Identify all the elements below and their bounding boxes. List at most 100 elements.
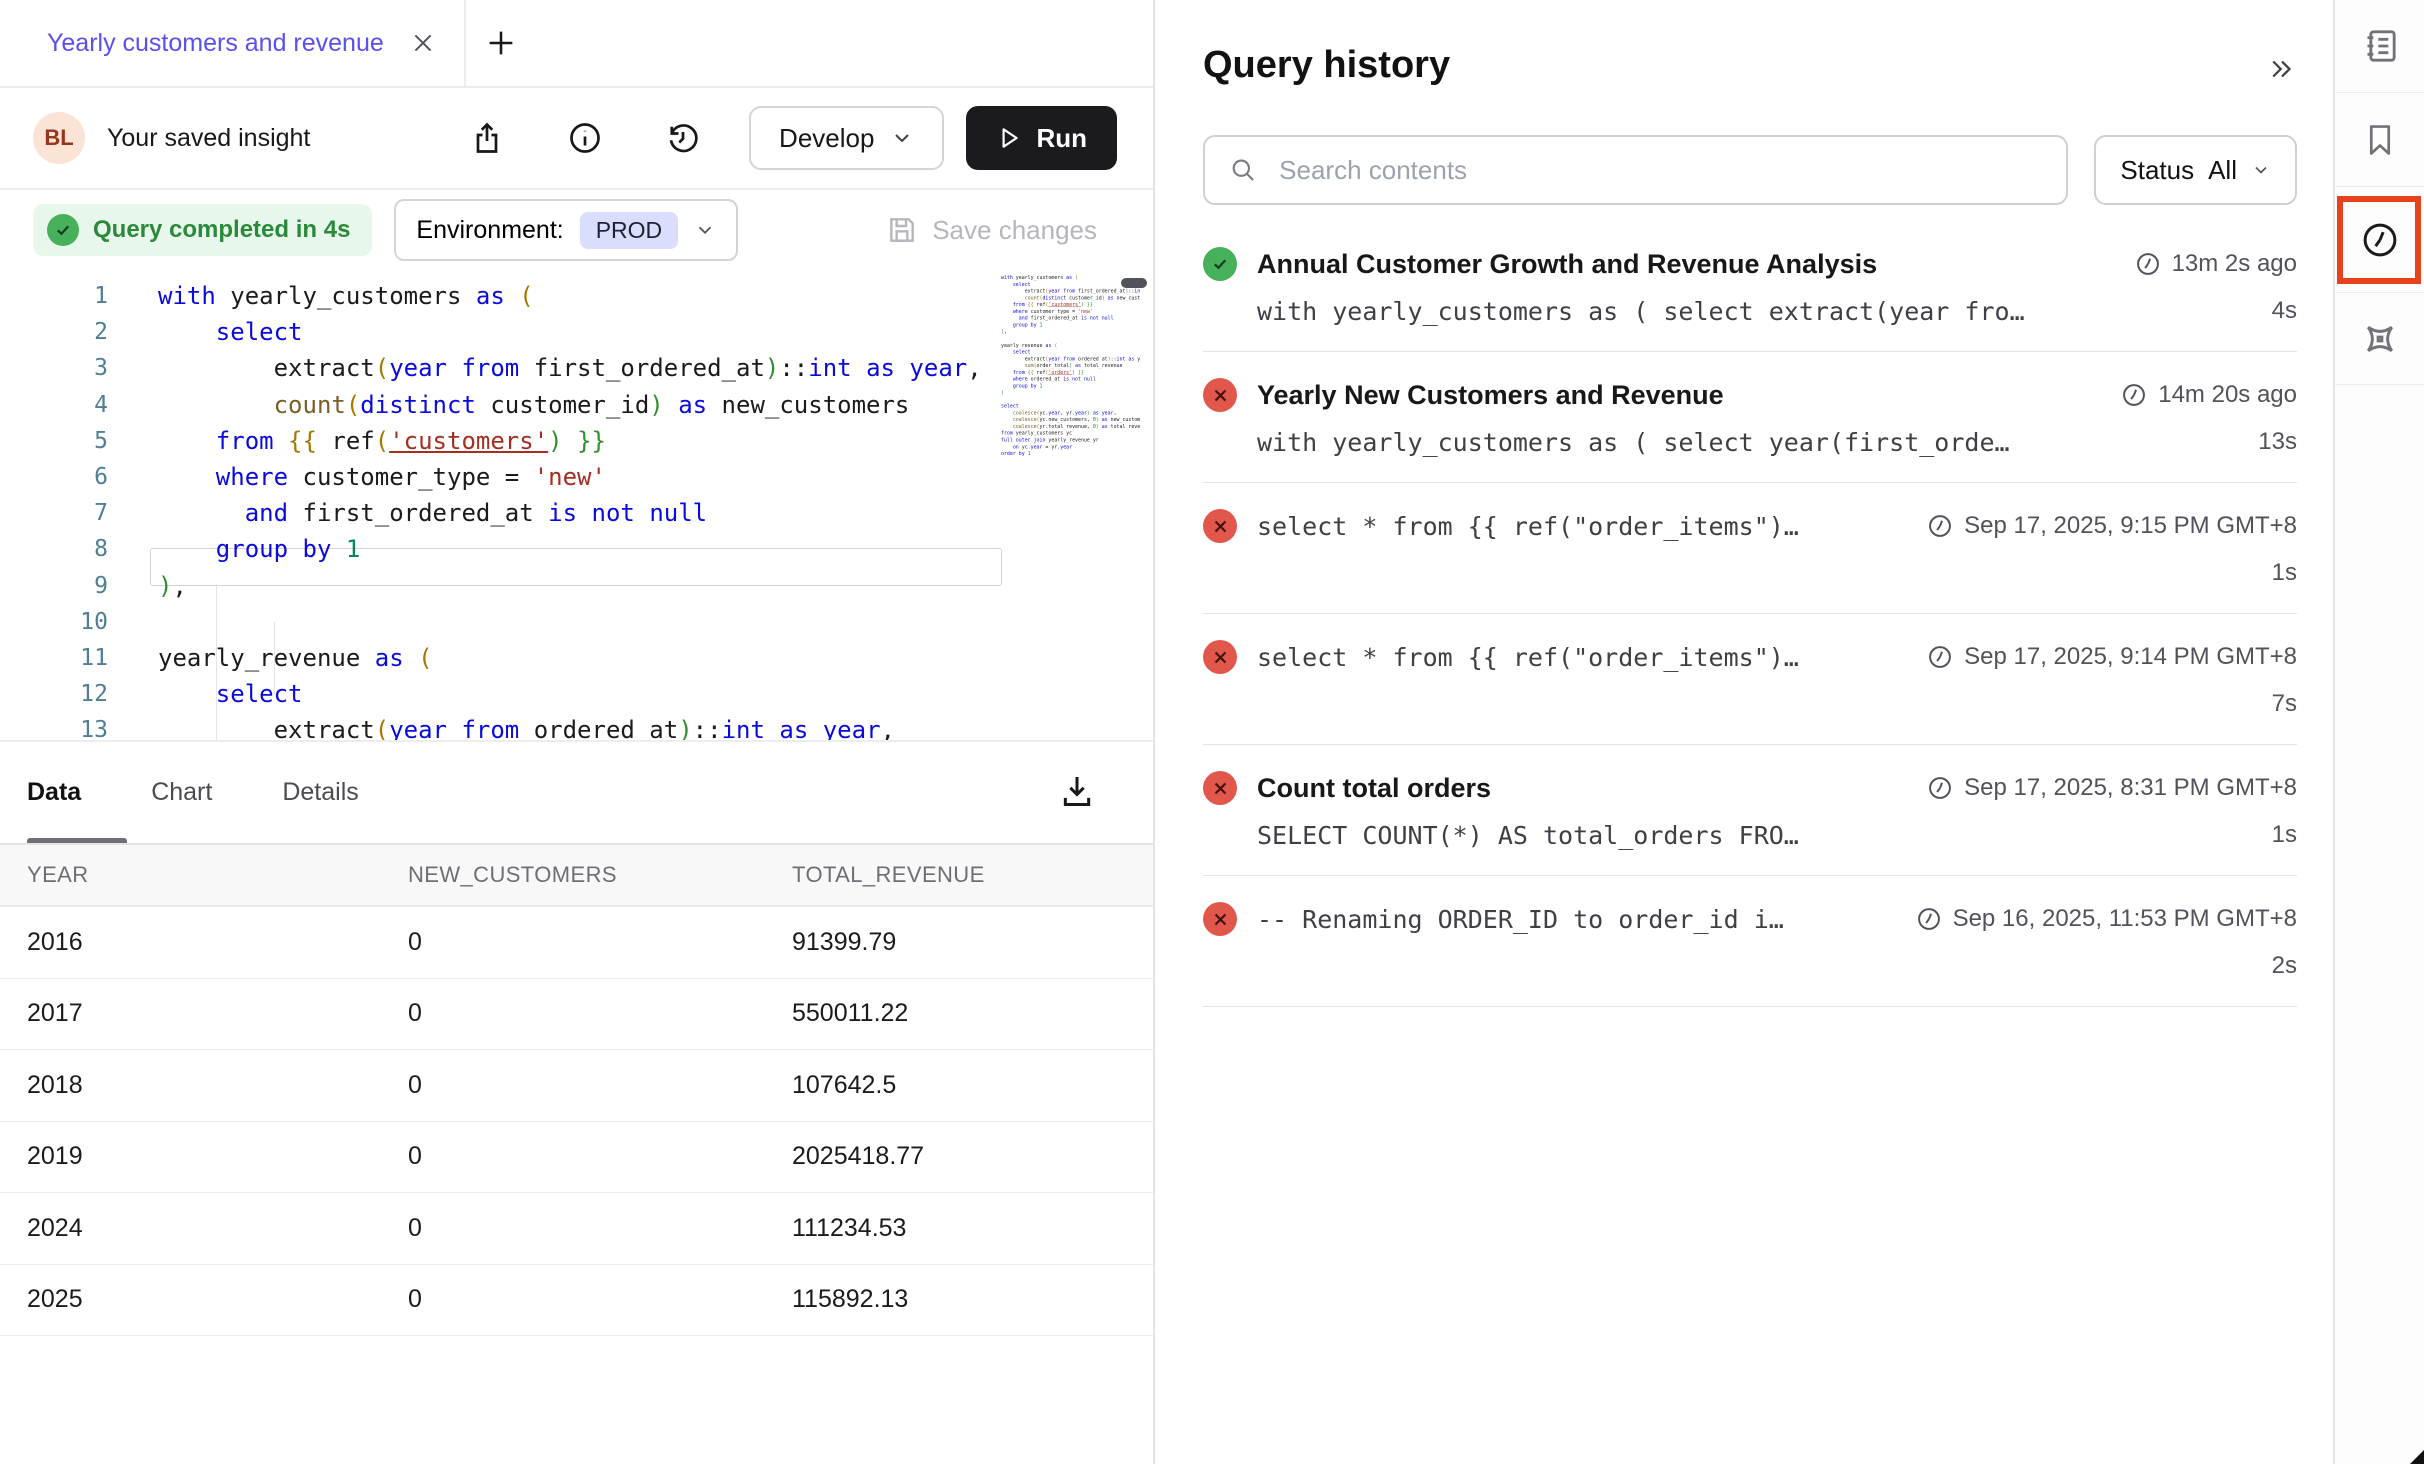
table-cell: 0 (408, 1142, 792, 1171)
query-title: Yearly New Customers and Revenue (1257, 380, 2096, 411)
notebook-icon (2360, 26, 2400, 66)
sidebar-item-bookmarks[interactable] (2335, 93, 2424, 187)
tab-yearly-customers[interactable]: Yearly customers and revenue (0, 0, 466, 86)
table-cell: 2018 (27, 1071, 408, 1100)
table-cell: 2019 (27, 1142, 408, 1171)
table-cell: 2025 (27, 1285, 408, 1314)
panel-title: Query history (1203, 44, 1450, 87)
table-cell: 0 (408, 928, 792, 957)
bookmark-icon (2361, 121, 2399, 159)
query-history-item[interactable]: -- Renaming ORDER_ID to order_id i…Sep 1… (1203, 876, 2297, 1007)
tab-details[interactable]: Details (282, 778, 358, 807)
line-number: 8 (0, 536, 108, 562)
query-duration: 4s (2272, 297, 2297, 325)
col-year[interactable]: YEAR (27, 862, 408, 888)
line-number: 7 (0, 500, 108, 526)
code-line[interactable]: 9), (0, 568, 1153, 604)
sql-code-editor[interactable]: 1with yearly_customers as (2 select3 ext… (0, 270, 1153, 740)
collapse-panel-icon[interactable] (2267, 54, 2297, 84)
line-number: 2 (0, 319, 108, 345)
code-line[interactable]: 12 select (0, 676, 1153, 712)
table-cell: 2017 (27, 999, 408, 1028)
query-duration: 1s (2272, 559, 2297, 587)
download-results-icon[interactable] (1057, 772, 1097, 812)
col-new-customers[interactable]: NEW_CUSTOMERS (408, 862, 792, 888)
code-line[interactable]: 5 from {{ ref('customers') }} (0, 423, 1153, 459)
search-box[interactable] (1203, 135, 2068, 205)
table-cell: 111234.53 (792, 1214, 1153, 1243)
query-history-panel: Query history Status All Annual Customer… (1157, 0, 2333, 1464)
error-status-icon (1203, 378, 1237, 412)
code-line[interactable]: 1with yearly_customers as ( (0, 278, 1153, 314)
environment-selector[interactable]: Environment: PROD (394, 199, 738, 261)
insight-subtitle: Your saved insight (107, 124, 310, 153)
code-line[interactable]: 3 extract(year from first_ordered_at)::i… (0, 350, 1153, 386)
code-line[interactable]: 7 and first_ordered_at is not null (0, 495, 1153, 531)
editor-scrollbar-thumb[interactable] (1121, 278, 1147, 288)
query-title: Count total orders (1257, 773, 1902, 804)
close-tab-icon[interactable] (410, 30, 436, 56)
sidebar-item-notebook[interactable] (2335, 0, 2424, 93)
error-status-icon (1203, 509, 1237, 543)
clock-icon (2120, 381, 2148, 409)
table-cell: 0 (408, 1285, 792, 1314)
active-tab-indicator (27, 838, 127, 843)
code-line[interactable]: 13 extract(year from ordered_at)::int as… (0, 712, 1153, 740)
line-number: 13 (0, 717, 108, 740)
clock-icon (1926, 643, 1954, 671)
search-input[interactable] (1279, 155, 2042, 186)
version-history-icon[interactable] (665, 120, 701, 156)
query-history-item[interactable]: select * from {{ ref("order_items")…Sep … (1203, 483, 2297, 614)
chevron-down-icon (2251, 160, 2271, 180)
chevron-down-icon (890, 126, 914, 150)
code-line[interactable]: 10 (0, 604, 1153, 640)
query-history-controls: Status All (1203, 135, 2297, 205)
query-history-item[interactable]: Yearly New Customers and Revenue14m 20s … (1203, 352, 2297, 483)
status-filter-label: Status (2120, 155, 2194, 186)
status-filter-dropdown[interactable]: Status All (2094, 135, 2297, 205)
line-number: 11 (0, 645, 108, 671)
table-row: 20180107642.5 (0, 1050, 1153, 1122)
code-line[interactable]: 2 select (0, 314, 1153, 350)
save-changes-button[interactable]: Save changes (886, 214, 1097, 246)
code-line[interactable]: 4 count(distinct customer_id) as new_cus… (0, 387, 1153, 423)
tab-chart[interactable]: Chart (151, 778, 212, 807)
query-title: select * from {{ ref("order_items")… (1257, 512, 1902, 541)
query-duration: 7s (2272, 690, 2297, 718)
save-changes-label: Save changes (932, 215, 1097, 246)
environment-value-badge: PROD (580, 212, 678, 249)
col-total-revenue[interactable]: TOTAL_REVENUE (792, 862, 1153, 888)
share-icon[interactable] (469, 120, 505, 156)
tab-data[interactable]: Data (27, 778, 81, 807)
query-duration: 1s (2272, 821, 2297, 849)
editor-minimap[interactable]: with yearly_customers as ( select extrac… (1001, 274, 1143, 734)
success-status-icon (1203, 247, 1237, 281)
info-icon[interactable] (567, 120, 603, 156)
query-history-item[interactable]: select * from {{ ref("order_items")…Sep … (1203, 614, 2297, 745)
line-number: 6 (0, 464, 108, 490)
query-history-item[interactable]: Count total ordersSep 17, 2025, 8:31 PM … (1203, 745, 2297, 876)
new-tab-icon[interactable] (484, 26, 518, 60)
sidebar-item-copilot[interactable] (2335, 293, 2424, 385)
line-number: 5 (0, 428, 108, 454)
header-actions (469, 120, 701, 156)
table-cell: 0 (408, 1214, 792, 1243)
error-status-icon (1203, 902, 1237, 936)
run-button[interactable]: Run (966, 106, 1117, 170)
query-history-item[interactable]: Annual Customer Growth and Revenue Analy… (1203, 221, 2297, 352)
table-row: 20170550011.22 (0, 979, 1153, 1051)
query-title: -- Renaming ORDER_ID to order_id i… (1257, 905, 1891, 934)
code-line[interactable]: 8 group by 1 (0, 531, 1153, 567)
clock-icon (1926, 774, 1954, 802)
table-cell: 107642.5 (792, 1071, 1153, 1100)
develop-button[interactable]: Develop (749, 106, 944, 170)
app-window: Yearly customers and revenue BL Your sav… (0, 0, 2424, 1464)
table-body: 2016091399.7920170550011.2220180107642.5… (0, 907, 1153, 1336)
play-icon (996, 125, 1022, 151)
code-line[interactable]: 11yearly_revenue as ( (0, 640, 1153, 676)
code-line[interactable]: 6 where customer_type = 'new' (0, 459, 1153, 495)
query-history-header: Query history (1203, 44, 2297, 87)
sidebar-item-query-history[interactable] (2335, 187, 2424, 293)
line-number: 12 (0, 681, 108, 707)
table-cell: 2024 (27, 1214, 408, 1243)
